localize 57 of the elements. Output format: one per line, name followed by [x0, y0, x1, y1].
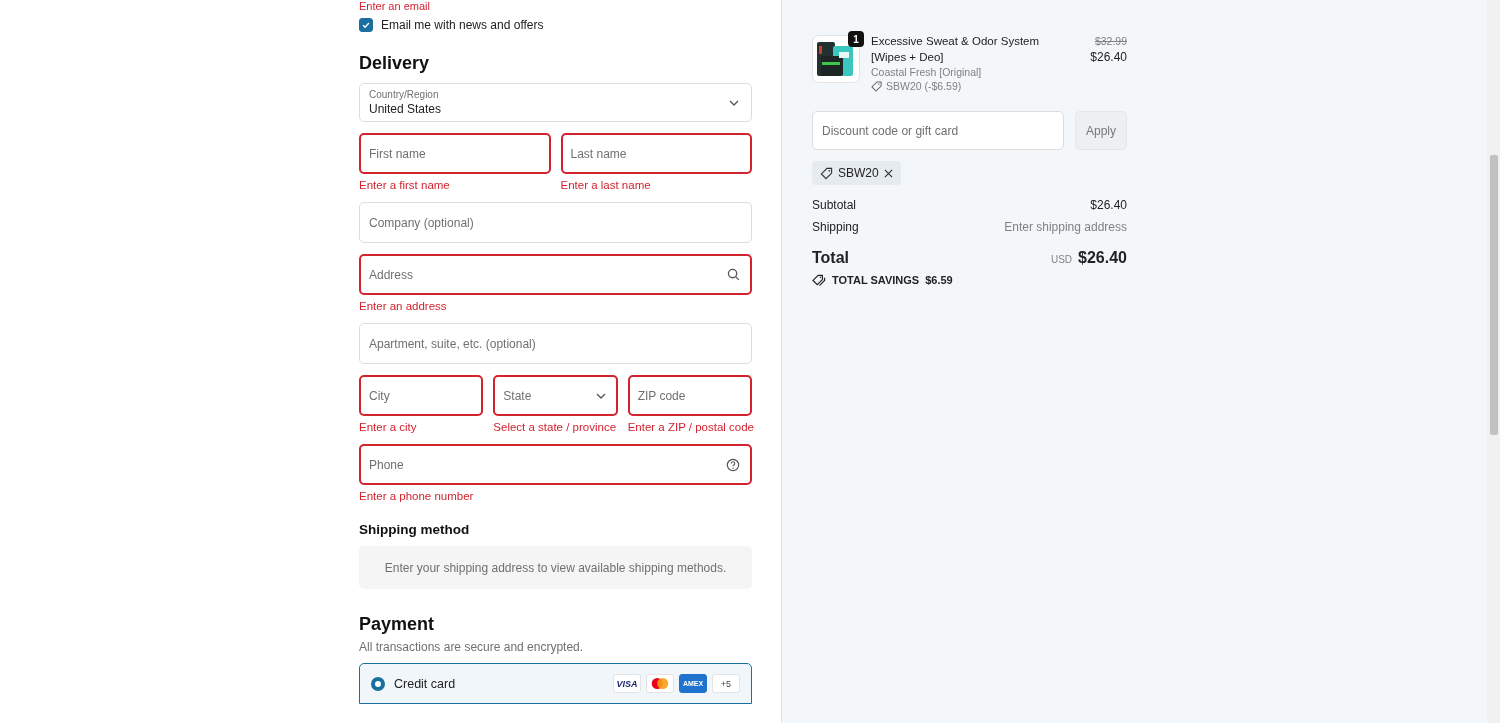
section-heading: Delivery — [359, 53, 431, 74]
card-circles-icon — [646, 674, 674, 693]
help-icon — [726, 457, 740, 472]
summary-label: Shipping — [812, 220, 859, 234]
input-field[interactable]: Address — [359, 254, 752, 295]
option-label: Credit card — [394, 676, 456, 691]
total-value: $26.40 — [1078, 249, 1127, 266]
input-field[interactable]: Last name — [560, 133, 752, 174]
currency-code: USD — [1050, 254, 1073, 265]
error-message: Enter a ZIP / postal code — [627, 421, 752, 433]
tag-icon — [871, 80, 882, 92]
summary-value: $26.40 — [1090, 198, 1127, 212]
error-message: Enter an address — [359, 300, 448, 312]
input-field[interactable]: Apartment, suite, etc. (optional) — [359, 323, 752, 364]
product-variant: Coastal Fresh [Original] — [871, 65, 983, 79]
error-message: Select a state / province — [493, 421, 618, 433]
summary-label: Subtotal — [812, 198, 857, 212]
input-field[interactable]: Phone — [359, 444, 752, 485]
state-select[interactable]: State — [493, 375, 618, 416]
input-field[interactable]: Company (optional) — [359, 202, 752, 243]
close-icon[interactable] — [883, 168, 893, 178]
error-message: Enter a city — [359, 421, 418, 433]
savings-label: TOTAL SAVINGS — [832, 274, 920, 286]
chevron-down-icon — [595, 392, 606, 399]
section-heading: Shipping method — [359, 522, 471, 537]
error-message: Enter a phone number — [359, 490, 475, 502]
quantity-badge: 1 — [848, 31, 864, 47]
tags-icon — [812, 274, 826, 286]
input-field[interactable]: City — [359, 375, 484, 416]
scrollbar[interactable] — [1487, 0, 1500, 723]
shipping-notice: Enter your shipping address to view available shipping methods. — [359, 546, 752, 589]
country-select[interactable]: Country/Region United States — [359, 83, 752, 122]
discount-field[interactable]: Discount code or gift card — [812, 111, 1064, 150]
discount-code: SBW20 — [838, 166, 879, 180]
visa-card-icon: VISA — [613, 674, 641, 693]
summary-value: Enter shipping address — [1004, 220, 1127, 234]
error-message: Enter an email — [359, 0, 431, 12]
total-label: Total — [812, 249, 850, 267]
error-message: Enter a last name — [560, 179, 652, 191]
radio-button[interactable] — [371, 676, 385, 691]
input-field[interactable]: First name — [359, 133, 551, 174]
product-name: Excessive Sweat & Odor System [Wipes + Deo] — [871, 34, 1041, 65]
checkbox[interactable] — [359, 18, 373, 32]
chevron-down-icon — [729, 100, 739, 106]
original-price: $32.99 — [1093, 34, 1127, 49]
more-cards-badge: +5 — [712, 674, 740, 693]
check-icon — [361, 20, 371, 30]
section-subtitle: All transactions are secure and encrypted. — [359, 640, 585, 654]
savings-value: $6.59 — [925, 274, 953, 286]
tag-icon — [820, 166, 833, 180]
discount-label: SBW20 (-$6.59) — [886, 79, 962, 93]
error-message: Enter a first name — [359, 179, 451, 191]
price: $26.40 — [1090, 49, 1127, 65]
section-heading: Payment — [359, 614, 436, 635]
checkbox-label: Email me with news and offers — [381, 18, 544, 32]
search-icon — [727, 268, 740, 281]
input-field[interactable]: ZIP code — [627, 375, 752, 416]
